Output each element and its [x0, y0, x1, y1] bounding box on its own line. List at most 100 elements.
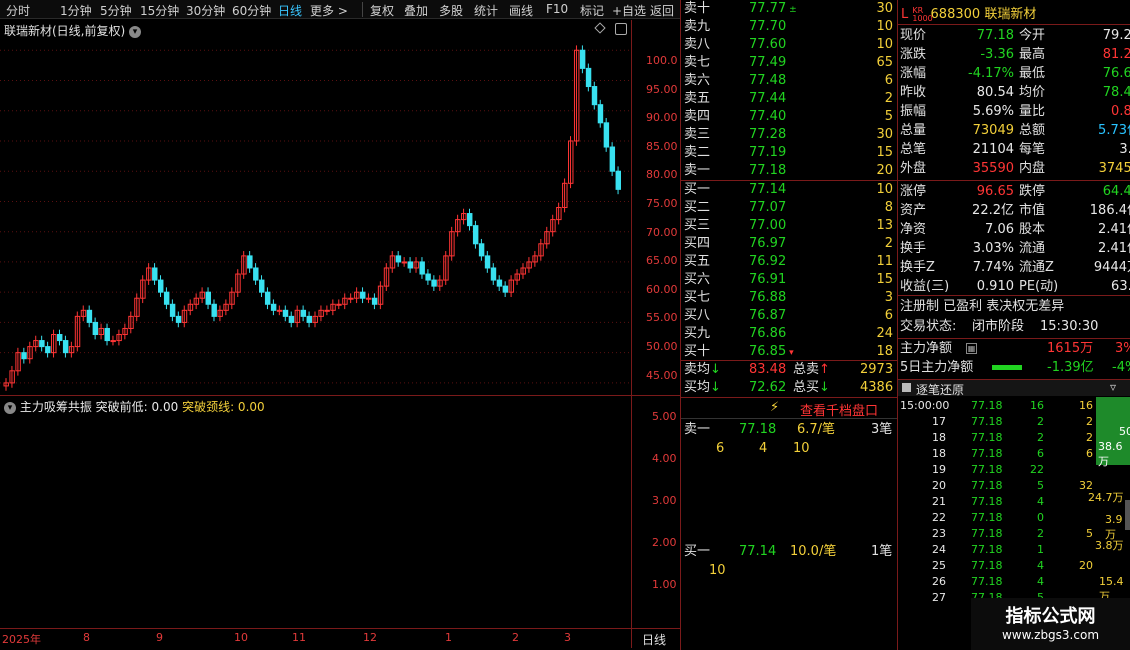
avg-buy-price: 72.62 — [749, 380, 787, 395]
main-net-value: 1615万 — [1047, 341, 1094, 356]
buy-level-volume: 8 — [884, 200, 893, 215]
fuquan-button[interactable]: 复权 — [370, 2, 394, 19]
quote-label: 涨跌 — [900, 47, 927, 62]
sell-level-price: 77.60 — [749, 37, 787, 52]
sell-level-volume: 5 — [884, 109, 893, 124]
candle — [62, 340, 69, 354]
candle — [419, 261, 425, 275]
quote-value: 2.41亿 — [1098, 241, 1130, 256]
buy-level-price: 77.07 — [749, 200, 787, 215]
buy-level-label: 买一 — [684, 182, 711, 197]
draw-line-button[interactable]: 画线 — [509, 2, 533, 19]
candle — [324, 309, 330, 312]
quote-value: 186.4亿 — [1089, 203, 1130, 218]
quote-label: 流通 — [1019, 241, 1046, 256]
more-button[interactable]: 更多 > — [310, 2, 348, 19]
multi-stock-button[interactable]: 多股 — [439, 2, 463, 19]
status-label: 交易状态: — [900, 319, 957, 334]
buy-level-label: 买十 — [684, 344, 711, 359]
chevron-down-icon[interactable]: ▾ — [4, 401, 16, 414]
indicator-name: 主力吸筹共振 — [19, 400, 92, 414]
add-watchlist-button[interactable]: +自选 — [612, 2, 646, 19]
quote-value: 9444万 — [1093, 260, 1130, 275]
quote-value: 2.41亿 — [1098, 222, 1130, 237]
price-tick-label: 75.00 — [646, 197, 678, 210]
tab-daily[interactable]: 日线 — [278, 2, 302, 19]
quote-value: 96.65 — [976, 184, 1014, 199]
filter-icon[interactable]: ▿ — [1110, 380, 1116, 394]
quote-value: 3.03% — [972, 241, 1014, 256]
sell-level-price: 77.44 — [749, 91, 787, 106]
watermark: 指标公式网 www.zbgs3.com — [971, 598, 1130, 650]
bubble-label: 38.6万 — [1098, 440, 1123, 468]
price-tick-label: 70.00 — [646, 225, 678, 239]
buy-level-volume: 11 — [876, 254, 893, 269]
indicator-tick-label: 1.00 — [652, 578, 677, 591]
mark-button[interactable]: 标记 — [580, 2, 604, 19]
candle — [478, 243, 485, 257]
buy-level-volume: 2 — [884, 236, 893, 251]
f10-button[interactable]: F10 — [546, 2, 568, 16]
candle — [56, 334, 63, 342]
kline-chart[interactable] — [0, 20, 640, 395]
candle — [163, 291, 170, 305]
quote-label: 内盘 — [1019, 161, 1046, 176]
candle — [288, 315, 295, 323]
tick-volume: 16 — [1030, 399, 1044, 412]
sell-level-price: 77.77 ± — [749, 1, 797, 16]
tab-fenshi[interactable]: 分时 — [6, 2, 30, 19]
quote-value: -4.17% — [968, 66, 1014, 81]
tick-time: 25 — [932, 559, 946, 572]
tab-15min[interactable]: 15分钟 — [140, 2, 179, 19]
overlay-button[interactable]: 叠加 — [404, 2, 428, 19]
buy-level-volume: 10 — [876, 182, 893, 197]
buy-level-price: 77.14 — [749, 182, 787, 197]
candle — [264, 291, 271, 305]
quote-value: 5.73亿 — [1098, 123, 1130, 138]
tick-price: 77.18 — [971, 399, 1003, 412]
date-tick-label: 12 — [363, 631, 377, 644]
sell-level-volume: 6 — [884, 73, 893, 88]
candle — [425, 273, 431, 281]
view-depth-link[interactable]: 查看千档盘口 — [800, 400, 878, 419]
stats-button[interactable]: 统计 — [474, 2, 498, 19]
queue-sell-label: 卖一 — [684, 422, 711, 437]
candle — [490, 267, 497, 281]
tab-30min[interactable]: 30分钟 — [186, 2, 225, 19]
candle — [86, 309, 93, 323]
ticks-title: 逐笔还原 — [916, 383, 965, 397]
candle — [597, 104, 604, 124]
tab-5min[interactable]: 5分钟 — [100, 2, 132, 19]
net5-value: -1.39亿 — [1047, 360, 1094, 375]
candle — [395, 255, 402, 263]
tick-volume: 2 — [1037, 431, 1044, 444]
candle — [609, 146, 616, 172]
tick-time: 18 — [932, 431, 946, 444]
candle — [365, 297, 372, 300]
candle — [579, 49, 586, 69]
candle — [152, 267, 158, 281]
price-tick-label: 85.00 — [646, 139, 678, 153]
date-tick-label: 1 — [445, 631, 452, 644]
quote-label: 换手 — [900, 241, 927, 256]
buy-level-price: 77.00 — [749, 218, 787, 233]
chevron-down-icon[interactable] — [902, 383, 911, 392]
back-button[interactable]: 返回 — [650, 2, 674, 19]
l-icon: L — [901, 7, 909, 22]
candle — [92, 321, 99, 336]
tick-price: 77.18 — [971, 575, 1003, 588]
tab-1min[interactable]: 1分钟 — [60, 2, 92, 19]
sell-level-price: 77.28 — [749, 127, 787, 142]
indicator-tick-label: 4.00 — [652, 452, 677, 465]
table-icon[interactable]: ▦ — [966, 343, 977, 354]
net5-bar — [992, 365, 1022, 370]
main-net-label: 主力净额 — [900, 341, 953, 356]
quote-label: 流通Z — [1019, 260, 1054, 275]
arrow-down-icon: ▾ — [786, 348, 794, 358]
candle — [407, 261, 414, 269]
indicator-tick-label: 5.00 — [652, 410, 677, 423]
tick-count: 5 — [1086, 527, 1093, 540]
candle — [158, 279, 164, 293]
quote-value: 81.24 — [1102, 47, 1130, 62]
tab-60min[interactable]: 60分钟 — [232, 2, 271, 19]
